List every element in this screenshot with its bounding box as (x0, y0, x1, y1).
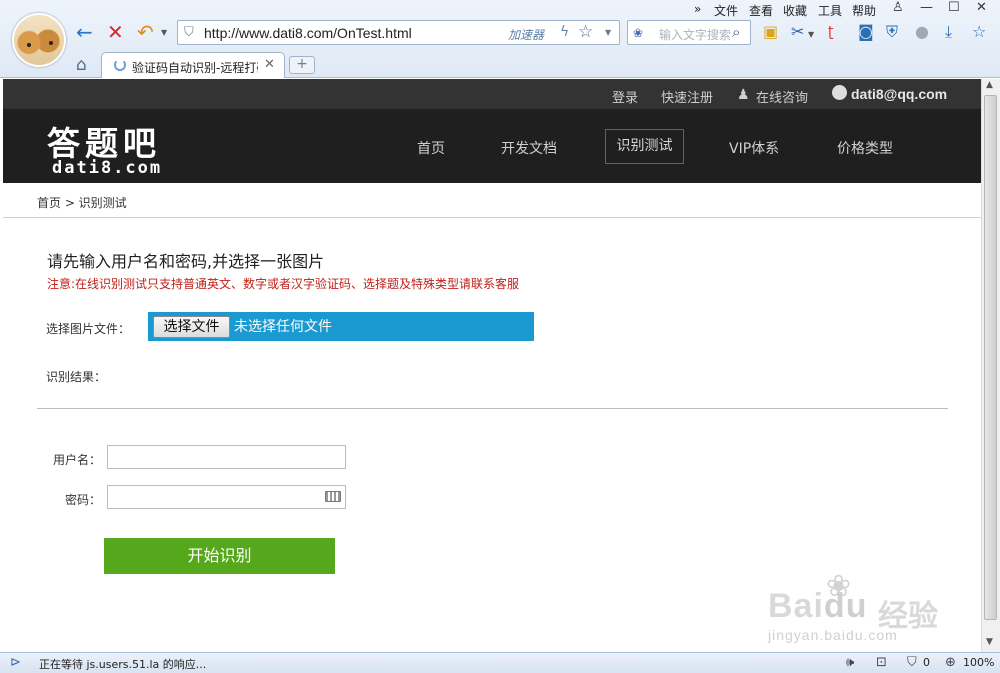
start-recognition-button[interactable]: 开始识别 (104, 538, 335, 574)
divider (3, 217, 981, 218)
nav-pricing[interactable]: 价格类型 (837, 138, 893, 158)
menu-view[interactable]: 查看 (749, 2, 773, 19)
shield-icon: ⛉ (184, 25, 194, 40)
site-header: 答题吧 dati8.com 首页 开发文档 识别测试 VIP体系 价格类型 (3, 109, 981, 183)
username-field[interactable] (107, 445, 346, 469)
login-link[interactable]: 登录 (612, 87, 638, 106)
loading-spinner-icon (114, 59, 126, 71)
notice-text: 注意:在线识别测试只支持普通英文、数字或者汉字验证码、选择题及特殊类型请联系客服 (47, 277, 520, 291)
magnifier-app-icon[interactable]: ◙ (858, 22, 874, 42)
sidebar-toggle-icon[interactable]: ⊳ (10, 655, 21, 670)
watermark-url: jingyan.baidu.com (768, 627, 898, 643)
maximize-icon[interactable]: ☐ (948, 0, 960, 15)
stop-icon[interactable]: ✕ (107, 20, 124, 44)
status-message: 正在等待 js.users.51.la 的响应... (39, 658, 207, 671)
download-icon[interactable]: ⤓ (945, 22, 952, 42)
address-bar[interactable]: ⛉ http://www.dati8.com/OnTest.html 加速器 ϟ… (177, 20, 620, 45)
vertical-scrollbar[interactable]: ▲ ▼ (981, 79, 1000, 652)
tab-title: 验证码自动识别-远程打码 (132, 61, 258, 75)
password-label: 密码： (64, 493, 101, 507)
accelerator-label[interactable]: 加速器 (508, 26, 544, 43)
back-arrow-icon[interactable]: ← (76, 20, 93, 44)
address-url[interactable]: http://www.dati8.com/OnTest.html (204, 25, 412, 41)
chevron-down-icon[interactable]: ▼ (161, 28, 167, 37)
search-input[interactable]: 输入文字搜索 (659, 26, 731, 43)
menu-help[interactable]: 帮助 (852, 2, 876, 19)
contact-email[interactable]: dati8@qq.com (851, 86, 947, 102)
shield-status-icon[interactable]: ⛉ (907, 655, 917, 670)
bookmark-star-icon[interactable]: ☆ (972, 22, 986, 42)
zoom-icon[interactable]: ⊕ (945, 655, 956, 670)
file-input[interactable]: 选择文件 未选择任何文件 (148, 312, 534, 341)
close-tab-icon[interactable]: ✕ (264, 57, 275, 72)
undo-icon[interactable]: ↶ (137, 20, 154, 44)
shield-check-icon[interactable]: ⛨ (886, 22, 898, 42)
browser-toolbar: ← ✕ ↶ ▼ ⛉ http://www.dati8.com/OnTest.ht… (0, 0, 1000, 78)
qq-icon: ♟ (737, 87, 750, 103)
site-topbar: 登录 快速注册 ♟ 在线咨询 dati8@qq.com (3, 79, 981, 109)
divider (37, 408, 948, 409)
file-label: 选择图片文件： (46, 322, 131, 336)
file-status: 未选择任何文件 (234, 319, 332, 335)
close-window-icon[interactable]: ✕ (976, 0, 987, 15)
site-logo-domain[interactable]: dati8.com (52, 158, 162, 178)
scissors-icon[interactable]: ✂ (791, 22, 804, 42)
user-avatar[interactable] (12, 13, 66, 67)
new-tab-button[interactable]: + (289, 56, 315, 74)
username-label: 用户名： (52, 453, 101, 467)
nav-vip[interactable]: VIP体系 (729, 138, 779, 158)
register-link[interactable]: 快速注册 (661, 87, 713, 106)
watermark-brand: Baidu (768, 587, 868, 625)
menu-favorites[interactable]: 收藏 (783, 2, 807, 19)
status-bar: ⊳ 正在等待 js.users.51.la 的响应... 🕪 ⊡ ⛉ 0 ⊕ 1… (0, 652, 1000, 673)
clipboard-icon[interactable]: ▣ (763, 22, 778, 42)
status-counter: 0 (923, 656, 930, 669)
scrollbar-thumb[interactable] (984, 95, 997, 620)
translate-icon[interactable]: ʈ (828, 22, 834, 42)
minimize-icon[interactable]: — (920, 0, 933, 15)
password-field[interactable] (107, 485, 346, 509)
contact-icon (832, 85, 847, 100)
skin-icon[interactable]: ♙ (892, 0, 904, 15)
web-page: 登录 快速注册 ♟ 在线咨询 dati8@qq.com 答题吧 dati8.co… (3, 79, 981, 652)
online-consult-link[interactable]: 在线咨询 (756, 87, 808, 106)
baidu-paw-icon[interactable]: ❀ (633, 26, 643, 40)
screenshot-icon[interactable]: ⊡ (876, 655, 887, 670)
search-icon[interactable]: ⌕ (732, 23, 740, 41)
form-heading: 请先输入用户名和密码,并选择一张图片 (47, 252, 325, 271)
scroll-down-icon[interactable]: ▼ (986, 637, 993, 647)
nav-dev-docs[interactable]: 开发文档 (501, 138, 557, 158)
keyboard-icon[interactable] (325, 491, 341, 502)
menu-overflow[interactable]: » (694, 2, 701, 16)
search-box[interactable]: ❀ 输入文字搜索 ⌕ (627, 20, 751, 45)
choose-file-button[interactable]: 选择文件 (153, 316, 230, 338)
favorite-star-icon[interactable]: ☆ (578, 22, 593, 42)
more-icon[interactable]: ● (915, 22, 929, 42)
result-label: 识别结果： (46, 370, 107, 384)
browser-tab[interactable]: 验证码自动识别-远程打码 ✕ (101, 52, 285, 78)
chevron-down-icon[interactable]: ▼ (605, 28, 611, 37)
nav-home[interactable]: 首页 (417, 138, 445, 158)
scroll-up-icon[interactable]: ▲ (986, 80, 993, 90)
menu-tools[interactable]: 工具 (818, 2, 842, 19)
home-icon[interactable]: ⌂ (76, 55, 87, 75)
chevron-down-icon[interactable]: ▼ (808, 25, 814, 45)
baidu-watermark: ❀ Baidu 经验 jingyan.baidu.com (768, 569, 978, 649)
lightning-icon[interactable]: ϟ (560, 24, 569, 40)
zoom-level[interactable]: 100% (963, 656, 994, 669)
breadcrumb[interactable]: 首页 > 识别测试 (37, 194, 127, 211)
speaker-icon[interactable]: 🕪 (846, 655, 854, 670)
menu-file[interactable]: 文件 (714, 2, 738, 19)
nav-recognition-test[interactable]: 识别测试 (605, 129, 684, 164)
